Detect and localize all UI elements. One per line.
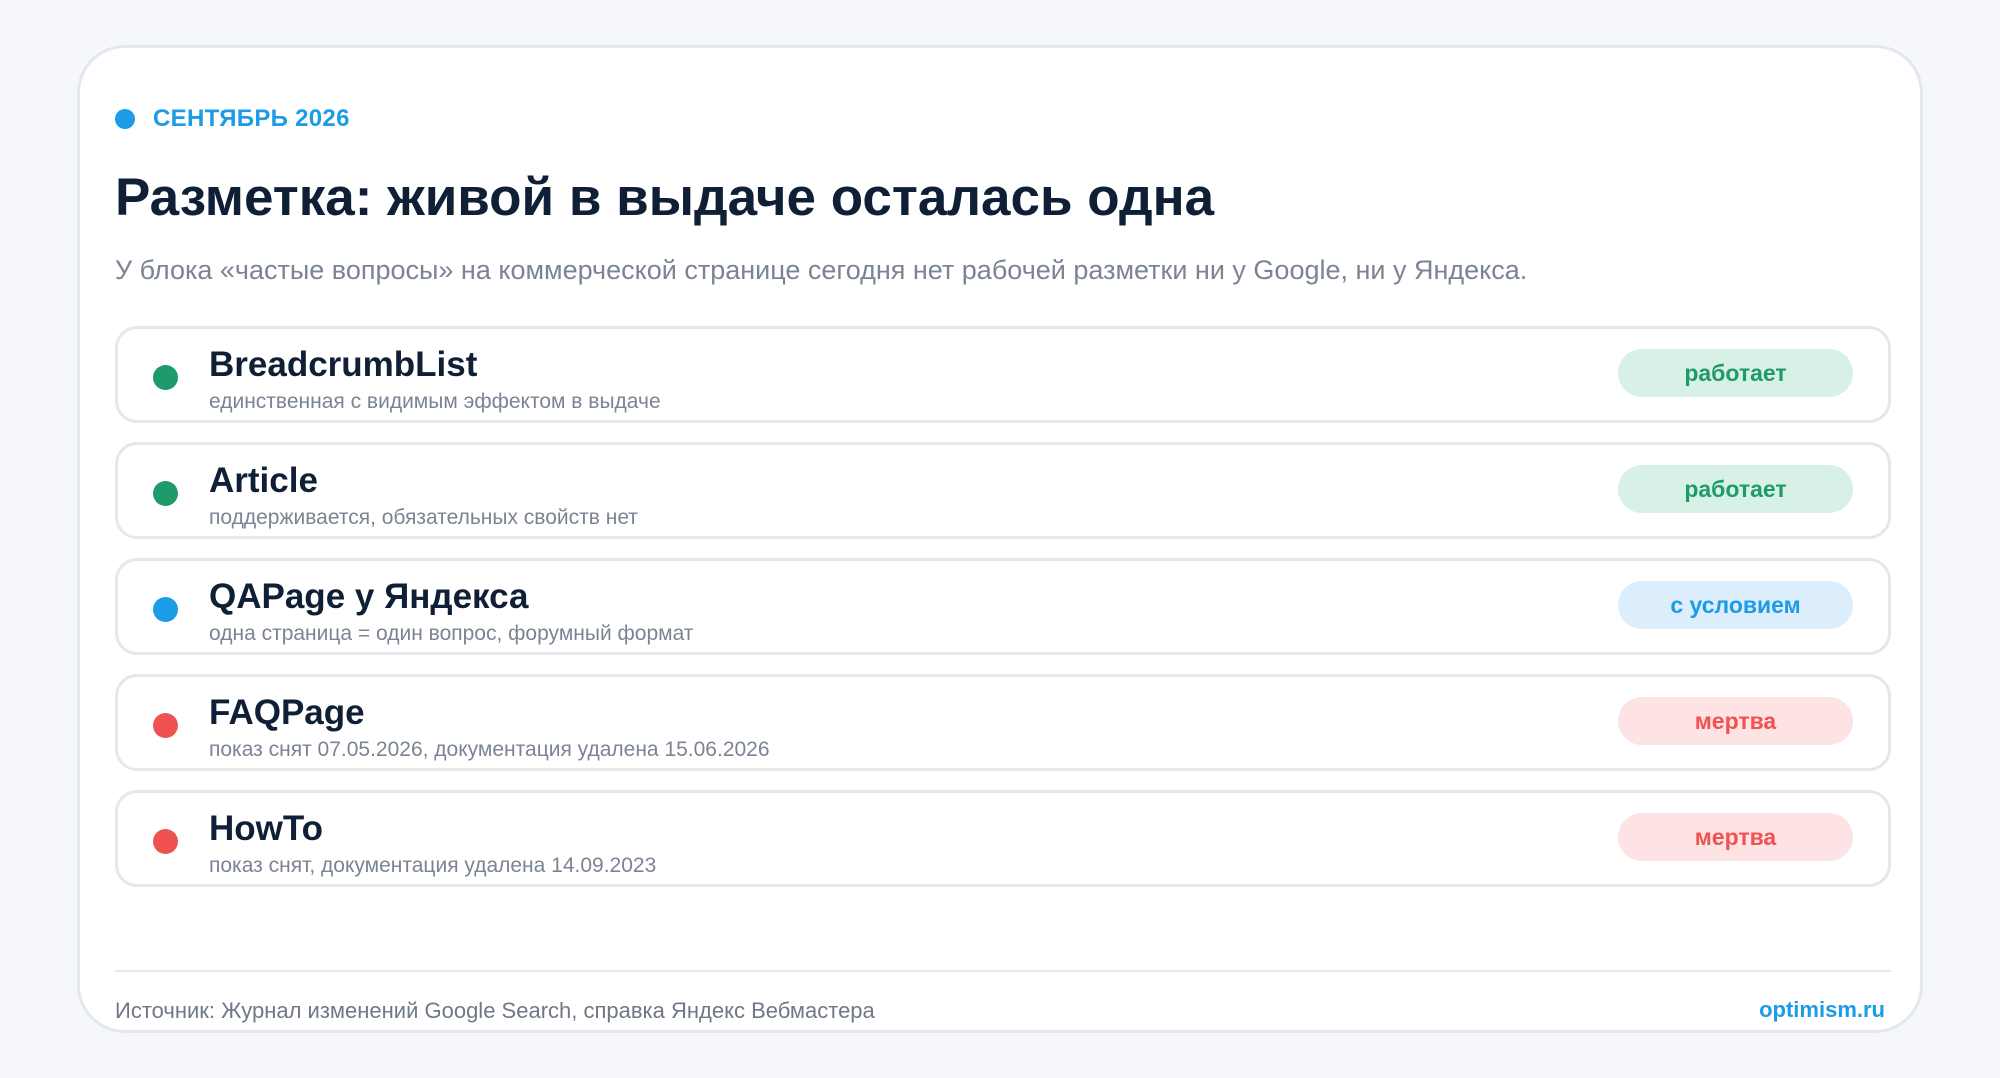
list-item: Article поддерживается, обязательных сво…: [115, 442, 1891, 539]
status-dot-icon: [153, 365, 178, 390]
status-dot-icon: [153, 481, 178, 506]
source-note: Источник: Журнал изменений Google Search…: [115, 998, 875, 1023]
status-badge: мертва: [1618, 813, 1853, 861]
eyebrow-dot-icon: [115, 109, 135, 129]
status-dot-icon: [153, 713, 178, 738]
status-dot-icon: [153, 597, 178, 622]
item-description: единственная с видимым эффектом в выдаче: [209, 390, 661, 413]
list-item: FAQPage показ снят 07.05.2026, документа…: [115, 674, 1891, 771]
list-item: HowTo показ снят, документация удалена 1…: [115, 790, 1891, 887]
item-title: Article: [209, 461, 318, 500]
page-subtitle: У блока «частые вопросы» на коммерческой…: [115, 255, 1528, 285]
status-badge: с условием: [1618, 581, 1853, 629]
item-description: показ снят, документация удалена 14.09.2…: [209, 854, 657, 877]
item-description: показ снят 07.05.2026, документация удал…: [209, 738, 770, 761]
item-title: HowTo: [209, 809, 324, 848]
page-title: Разметка: живой в выдаче осталась одна: [115, 168, 1215, 227]
item-title: QAPage у Яндекса: [209, 577, 529, 616]
item-title: FAQPage: [209, 693, 365, 732]
markup-list: BreadcrumbList единственная с видимым эф…: [115, 326, 1891, 906]
eyebrow-label: СЕНТЯБРЬ 2026: [153, 105, 350, 132]
item-description: поддерживается, обязательных свойств нет: [209, 506, 638, 529]
status-badge: мертва: [1618, 697, 1853, 745]
list-item: BreadcrumbList единственная с видимым эф…: [115, 326, 1891, 423]
status-dot-icon: [153, 829, 178, 854]
status-badge: работает: [1618, 349, 1853, 397]
infographic-card: СЕНТЯБРЬ 2026 Разметка: живой в выдаче о…: [77, 45, 1923, 1033]
footer-divider: [115, 970, 1891, 972]
item-description: одна страница = один вопрос, форумный фо…: [209, 622, 694, 645]
status-badge: работает: [1618, 465, 1853, 513]
list-item: QAPage у Яндекса одна страница = один во…: [115, 558, 1891, 655]
item-title: BreadcrumbList: [209, 345, 478, 384]
brand-link[interactable]: optimism.ru: [1759, 996, 1885, 1024]
eyebrow: СЕНТЯБРЬ 2026: [115, 105, 350, 133]
